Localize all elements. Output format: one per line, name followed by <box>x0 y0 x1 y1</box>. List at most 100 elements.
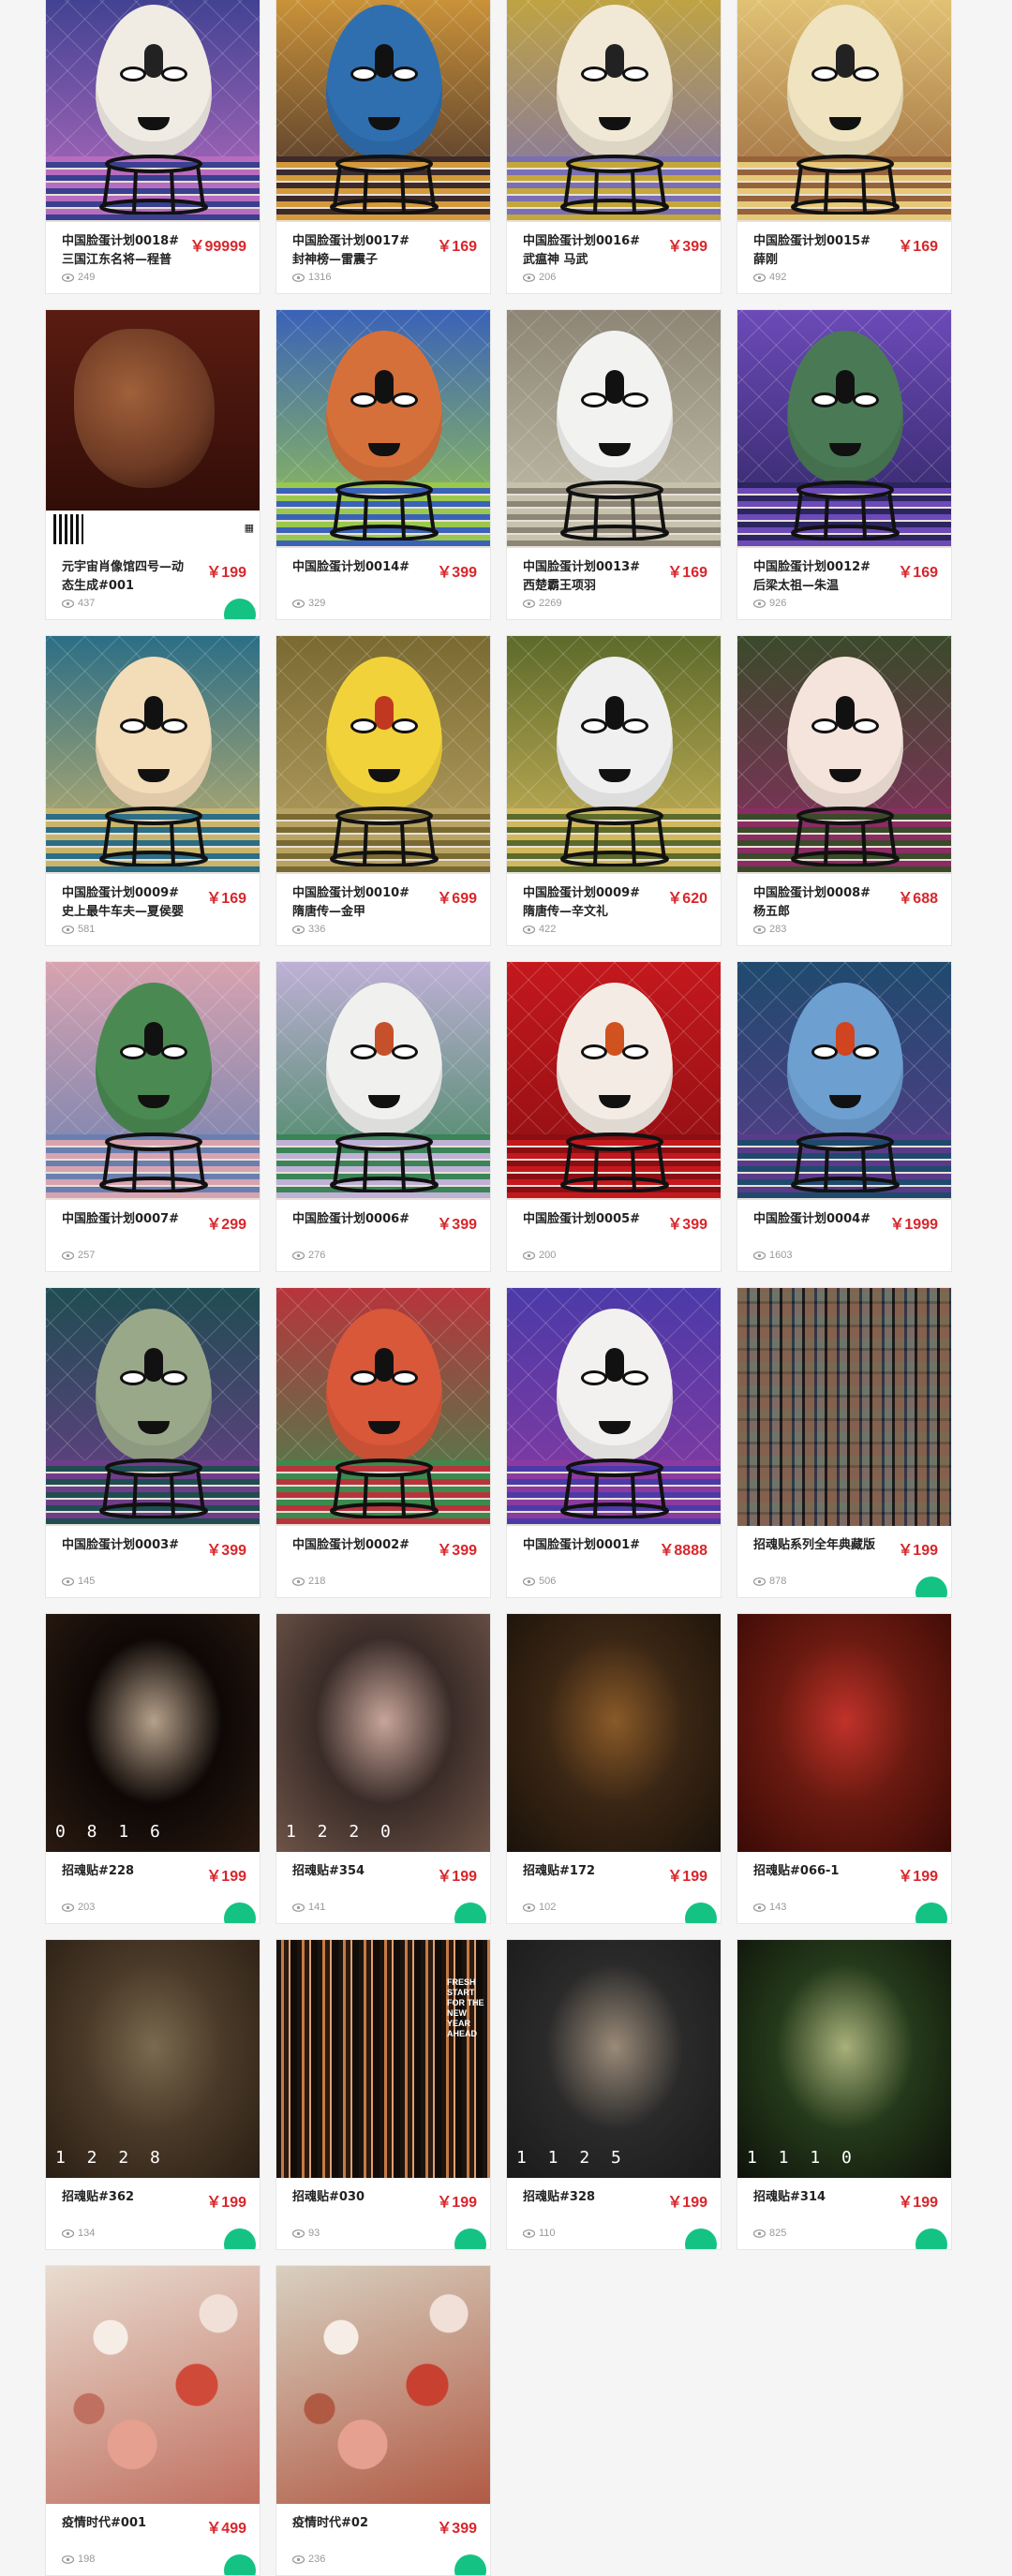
artwork-thumbnail[interactable] <box>507 636 721 874</box>
artwork-title[interactable]: 中国脸蛋计划0009# 史上最牛车夫—夏侯婴 <box>62 884 184 922</box>
artwork-title[interactable]: 中国脸蛋计划0015#薛刚 <box>753 232 875 270</box>
artwork-card[interactable]: 中国脸蛋计划0009# 史上最牛车夫—夏侯婴 ￥169 581 <box>45 635 260 946</box>
artwork-card[interactable]: 中国脸蛋计划0002# ￥399 218 <box>275 1287 491 1598</box>
artwork-title[interactable]: 招魂贴#354 <box>292 1862 414 1881</box>
artwork-thumbnail[interactable]: ▦ <box>46 310 260 548</box>
artwork-thumbnail[interactable]: 1 2 2 0 <box>276 1614 490 1852</box>
artwork-card[interactable]: 中国脸蛋计划0014# ￥399 329 <box>275 309 491 620</box>
artwork-thumbnail[interactable] <box>46 636 260 874</box>
artwork-title[interactable]: 招魂贴系列全年典藏版 <box>753 1536 875 1555</box>
artwork-title[interactable]: 招魂贴#362 <box>62 2188 184 2207</box>
artwork-title[interactable]: 中国脸蛋计划0014# <box>292 558 414 577</box>
artwork-card[interactable]: 中国脸蛋计划0017# 封神榜—雷震子 ￥169 1316 <box>275 0 491 294</box>
artwork-card[interactable]: 招魂贴#172 ￥199 102 <box>506 1613 722 1924</box>
artwork-thumbnail[interactable]: 1 1 2 5 <box>507 1940 721 2178</box>
artwork-thumbnail[interactable] <box>46 1288 260 1526</box>
artwork-title[interactable]: 中国脸蛋计划0008#杨五郎 <box>753 884 875 922</box>
artwork-thumbnail[interactable] <box>46 0 260 222</box>
artwork-thumbnail[interactable]: 1 2 2 8 <box>46 1940 260 2178</box>
artwork-title[interactable]: 中国脸蛋计划0010# 隋唐传—金甲 <box>292 884 414 922</box>
artwork-card[interactable]: 疫情时代#001 ￥499 198 <box>45 2265 260 2576</box>
artwork-card[interactable]: 1 2 2 8 招魂贴#362 ￥199 134 <box>45 1939 260 2250</box>
artwork-card[interactable]: 1 1 2 5 招魂贴#328 ￥199 110 <box>506 1939 722 2250</box>
artwork-thumbnail[interactable] <box>737 1288 951 1526</box>
artwork-thumbnail[interactable] <box>46 962 260 1200</box>
status-badge-icon[interactable] <box>224 2554 256 2575</box>
status-badge-icon[interactable] <box>685 1902 717 1923</box>
status-badge-icon[interactable] <box>915 2228 947 2249</box>
artwork-title[interactable]: 中国脸蛋计划0012# 后梁太祖—朱温 <box>753 558 875 596</box>
artwork-card[interactable]: 1 1 1 0 招魂贴#314 ￥199 825 <box>737 1939 952 2250</box>
artwork-thumbnail[interactable] <box>507 310 721 548</box>
artwork-title[interactable]: 疫情时代#02 <box>292 2514 414 2533</box>
artwork-title[interactable]: 疫情时代#001 <box>62 2514 184 2533</box>
artwork-title[interactable]: 中国脸蛋计划0016# 武瘟神 马武 <box>523 232 645 270</box>
artwork-title[interactable]: 中国脸蛋计划0004# <box>753 1210 875 1229</box>
artwork-thumbnail[interactable] <box>737 1614 951 1852</box>
artwork-card[interactable]: 中国脸蛋计划0008#杨五郎 ￥688 283 <box>737 635 952 946</box>
status-badge-icon[interactable] <box>454 1902 486 1923</box>
status-badge-icon[interactable] <box>224 2228 256 2249</box>
artwork-thumbnail[interactable] <box>276 310 490 548</box>
artwork-card[interactable]: 中国脸蛋计划0013# 西楚霸王项羽 ￥169 2269 <box>506 309 722 620</box>
artwork-card[interactable]: 中国脸蛋计划0007# ￥299 257 <box>45 961 260 1272</box>
artwork-card[interactable]: 中国脸蛋计划0010# 隋唐传—金甲 ￥699 336 <box>275 635 491 946</box>
artwork-thumbnail[interactable] <box>737 310 951 548</box>
artwork-title[interactable]: 元宇宙肖像馆四号—动态生成#001 <box>62 558 184 596</box>
artwork-card[interactable]: 中国脸蛋计划0003# ￥399 145 <box>45 1287 260 1598</box>
artwork-title[interactable]: 招魂贴#030 <box>292 2188 414 2207</box>
status-badge-icon[interactable] <box>224 1902 256 1923</box>
artwork-card[interactable]: 0 8 1 6 招魂贴#228 ￥199 203 <box>45 1613 260 1924</box>
artwork-title[interactable]: 中国脸蛋计划0013# 西楚霸王项羽 <box>523 558 645 596</box>
artwork-card[interactable]: 中国脸蛋计划0018# 三国江东名将—程普 ￥99999 249 <box>45 0 260 294</box>
status-badge-icon[interactable] <box>915 1577 947 1597</box>
artwork-card[interactable]: 中国脸蛋计划0001# ￥8888 506 <box>506 1287 722 1598</box>
artwork-thumbnail[interactable] <box>507 962 721 1200</box>
artwork-thumbnail[interactable] <box>276 962 490 1200</box>
artwork-thumbnail[interactable] <box>276 0 490 222</box>
artwork-title[interactable]: 招魂贴#172 <box>523 1862 645 1881</box>
artwork-card[interactable]: 中国脸蛋计划0004# ￥1999 1603 <box>737 961 952 1272</box>
artwork-card[interactable]: 中国脸蛋计划0016# 武瘟神 马武 ￥399 206 <box>506 0 722 294</box>
artwork-thumbnail[interactable] <box>737 962 951 1200</box>
artwork-card[interactable]: 1 2 2 0 招魂贴#354 ￥199 141 <box>275 1613 491 1924</box>
artwork-thumbnail[interactable] <box>276 1288 490 1526</box>
artwork-title[interactable]: 中国脸蛋计划0006# <box>292 1210 414 1229</box>
artwork-title[interactable]: 中国脸蛋计划0001# <box>523 1536 645 1555</box>
status-badge-icon[interactable] <box>685 2228 717 2249</box>
artwork-thumbnail[interactable] <box>46 2266 260 2504</box>
artwork-thumbnail[interactable]: 0 8 1 6 <box>46 1614 260 1852</box>
artwork-card[interactable]: FRESH START FOR THE NEW YEAR AHEAD 招魂贴#03… <box>275 1939 491 2250</box>
artwork-thumbnail[interactable]: 1 1 1 0 <box>737 1940 951 2178</box>
artwork-card[interactable]: 中国脸蛋计划0012# 后梁太祖—朱温 ￥169 926 <box>737 309 952 620</box>
artwork-thumbnail[interactable] <box>276 636 490 874</box>
artwork-card[interactable]: 中国脸蛋计划0015#薛刚 ￥169 492 <box>737 0 952 294</box>
artwork-card[interactable]: 中国脸蛋计划0009# 隋唐传—辛文礼 ￥620 422 <box>506 635 722 946</box>
artwork-thumbnail[interactable]: FRESH START FOR THE NEW YEAR AHEAD <box>276 1940 490 2178</box>
artwork-title[interactable]: 中国脸蛋计划0002# <box>292 1536 414 1555</box>
artwork-title[interactable]: 中国脸蛋计划0005# <box>523 1210 645 1229</box>
artwork-thumbnail[interactable] <box>276 2266 490 2504</box>
artwork-card[interactable]: 招魂贴#066-1 ￥199 143 <box>737 1613 952 1924</box>
status-badge-icon[interactable] <box>454 2228 486 2249</box>
artwork-card[interactable]: 疫情时代#02 ￥399 236 <box>275 2265 491 2576</box>
artwork-title[interactable]: 招魂贴#328 <box>523 2188 645 2207</box>
artwork-thumbnail[interactable] <box>737 636 951 874</box>
artwork-thumbnail[interactable] <box>507 0 721 222</box>
status-badge-icon[interactable] <box>454 2554 486 2575</box>
artwork-title[interactable]: 中国脸蛋计划0017# 封神榜—雷震子 <box>292 232 414 270</box>
artwork-thumbnail[interactable] <box>507 1288 721 1526</box>
artwork-title[interactable]: 招魂贴#066-1 <box>753 1862 875 1881</box>
artwork-card[interactable]: 中国脸蛋计划0005# ￥399 200 <box>506 961 722 1272</box>
artwork-title[interactable]: 中国脸蛋计划0018# 三国江东名将—程普 <box>62 232 184 270</box>
artwork-title[interactable]: 招魂贴#314 <box>753 2188 875 2207</box>
artwork-title[interactable]: 招魂贴#228 <box>62 1862 184 1881</box>
artwork-thumbnail[interactable] <box>507 1614 721 1852</box>
artwork-title[interactable]: 中国脸蛋计划0009# 隋唐传—辛文礼 <box>523 884 645 922</box>
artwork-card[interactable]: ▦ 元宇宙肖像馆四号—动态生成#001 ￥199 437 <box>45 309 260 620</box>
status-badge-icon[interactable] <box>915 1902 947 1923</box>
artwork-title[interactable]: 中国脸蛋计划0007# <box>62 1210 184 1229</box>
artwork-thumbnail[interactable] <box>737 0 951 222</box>
status-badge-icon[interactable] <box>224 599 256 619</box>
artwork-title[interactable]: 中国脸蛋计划0003# <box>62 1536 184 1555</box>
